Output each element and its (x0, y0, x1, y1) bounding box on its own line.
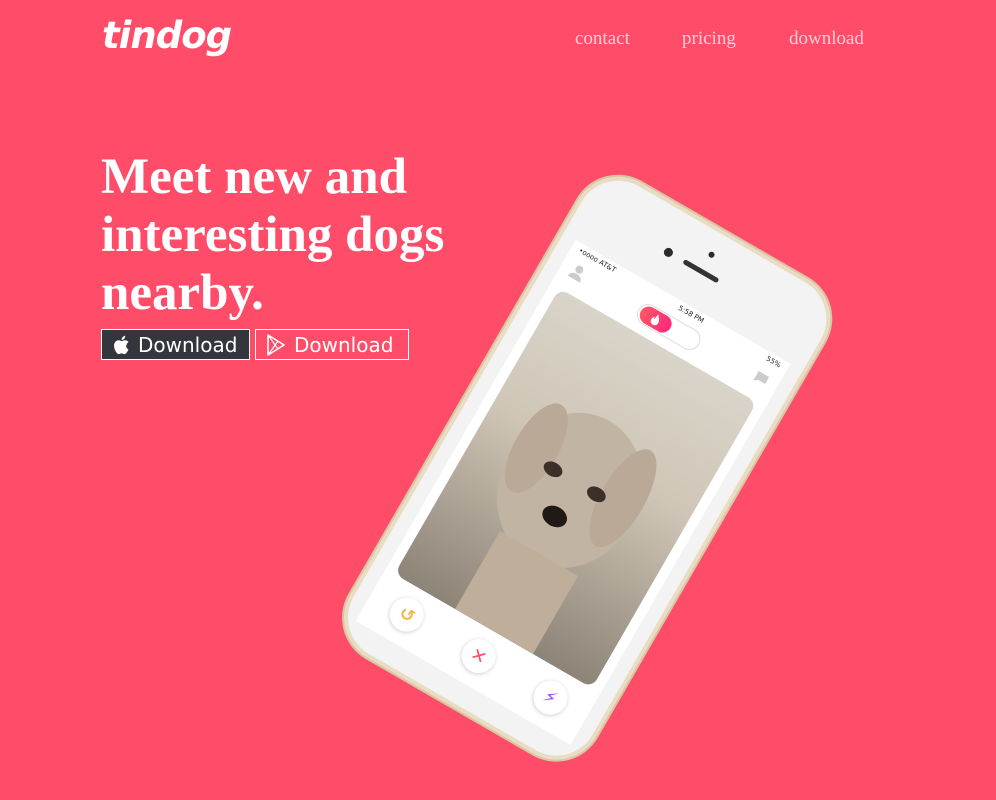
nav-contact-link[interactable]: contact (575, 28, 630, 50)
hero-headline: Meet new and interesting dogs nearby. (101, 149, 445, 321)
nav-download-link[interactable]: download (789, 28, 864, 50)
boost-icon: ⚡ (526, 674, 574, 721)
phone-camera (662, 246, 675, 259)
app-store-download-label: Download (138, 332, 238, 357)
google-play-download-button[interactable]: Download (255, 329, 409, 360)
apple-icon (112, 335, 130, 355)
google-play-icon (266, 333, 286, 356)
google-play-download-label: Download (294, 332, 394, 357)
phone-earpiece (682, 259, 720, 284)
rewind-icon: ↺ (383, 591, 431, 638)
nav-pricing-link[interactable]: pricing (682, 28, 736, 50)
app-store-download-button[interactable]: Download (101, 329, 250, 360)
phone-sensor (707, 250, 716, 259)
profile-icon (565, 261, 589, 287)
nope-icon: ✕ (455, 632, 502, 680)
chat-icon (748, 367, 772, 393)
brand-logo[interactable]: tindog (102, 14, 232, 57)
